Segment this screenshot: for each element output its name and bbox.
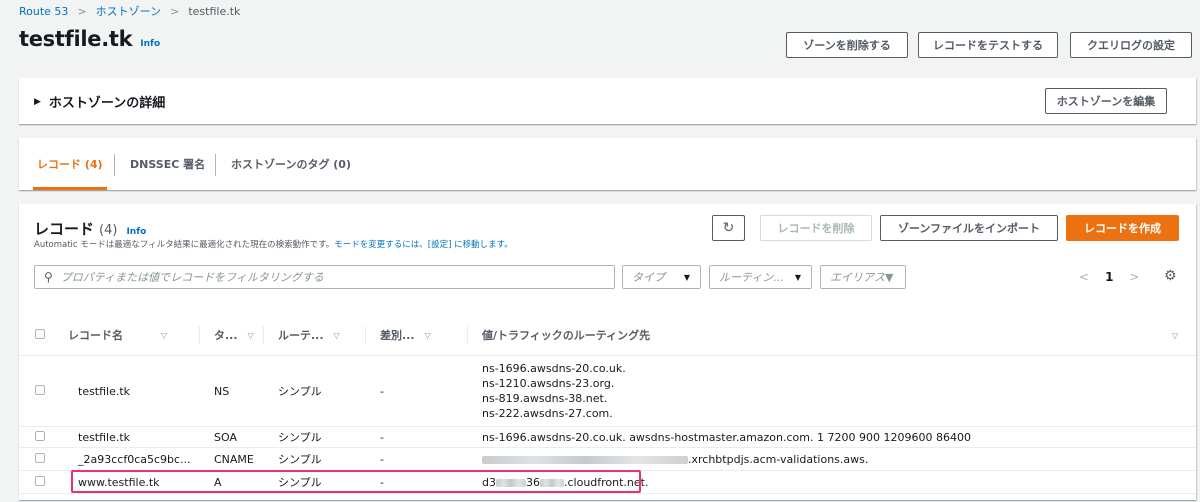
row-checkbox[interactable] <box>35 475 45 486</box>
value-suffix: .xrchbtpdjs.acm-validations.aws. <box>688 452 869 466</box>
chevron-right-icon: > <box>77 4 87 18</box>
record-value: ns-1696.awsdns-20.co.uk. awsdns-hostmast… <box>468 426 1196 448</box>
pagination: < 1 > <box>1079 270 1139 284</box>
alias-filter-label: エイリアス▼ <box>830 271 894 284</box>
sort-icon[interactable]: ▽ <box>248 331 254 340</box>
tabs-bar: レコード (4) DNSSEC 署名 ホストゾーンのタグ (0) <box>19 138 1196 190</box>
table-header-row: レコード名 ▽ タ... ▽ ルーテ... ▽ 差別... ▽ 値/トラフィックのルーテ… <box>19 315 1196 356</box>
records-info-link[interactable]: Info <box>126 227 146 237</box>
create-record-button[interactable]: レコードを作成 <box>1066 215 1179 241</box>
breadcrumb-current: testfile.tk <box>188 4 241 18</box>
search-icon: ⚲ <box>44 270 53 284</box>
search-input[interactable]: ⚲ プロパティまたは値でレコードをフィルタリングする <box>34 265 615 289</box>
tab-dnssec[interactable]: DNSSEC 署名 <box>130 138 205 190</box>
type-filter-label: タイプ <box>632 271 665 284</box>
record-type: NS <box>200 355 264 427</box>
record-diff: - <box>366 447 468 471</box>
highlight-box <box>71 470 641 493</box>
record-type: CNAME <box>200 447 264 471</box>
record-routing: シンプル <box>264 355 366 427</box>
record-type: SOA <box>200 426 264 448</box>
page-title: testfile.tk Info <box>19 27 160 51</box>
row-checkbox[interactable] <box>35 452 45 463</box>
sort-icon[interactable]: ▽ <box>425 331 431 340</box>
select-all-checkbox[interactable] <box>35 328 45 339</box>
records-title: レコード <box>34 220 95 238</box>
routing-filter-label: ルーティン... <box>719 271 784 284</box>
test-record-button[interactable]: レコードをテストする <box>918 32 1058 58</box>
import-zone-file-button[interactable]: ゾーンファイルをインポート <box>880 215 1058 241</box>
edit-zone-button[interactable]: ホストゾーンを編集 <box>1045 88 1167 114</box>
value-line: ns-1696.awsdns-20.co.uk. <box>482 362 626 375</box>
record-name: testfile.tk <box>68 426 200 448</box>
record-routing: シンプル <box>264 426 366 448</box>
zone-details-title: ホストゾーンの詳細 <box>48 96 166 111</box>
table-row[interactable]: testfile.tk NS シンプル - ns-1696.awsdns-20.… <box>19 355 1196 427</box>
records-panel: レコード (4) Info Automatic モードは最適なフィルタ結果に最適… <box>19 204 1196 500</box>
breadcrumb: Route 53 > ホストゾーン > testfile.tk <box>19 3 240 19</box>
refresh-icon: ↻ <box>722 220 735 236</box>
record-name: _2a93ccf0ca5c9bc... <box>68 447 200 471</box>
record-name: testfile.tk <box>68 355 200 427</box>
records-table: レコード名 ▽ タ... ▽ ルーテ... ▽ 差別... ▽ 値/トラフィックのルーテ… <box>19 315 1196 494</box>
settings-icon[interactable]: ⚙ <box>1164 268 1177 284</box>
tab-divider <box>114 154 115 176</box>
delete-record-button[interactable]: レコードを削除 <box>760 215 872 241</box>
record-diff: - <box>366 426 468 448</box>
zone-details-toggle[interactable]: ▶ ホストゾーンの詳細 <box>34 92 165 111</box>
routing-filter-select[interactable]: ルーティン... ▼ <box>709 265 812 289</box>
value-line: ns-819.awsdns-38.net. <box>482 392 608 405</box>
col-value[interactable]: 値/トラフィックのルーティング先 <box>482 327 650 343</box>
row-checkbox[interactable] <box>35 430 45 441</box>
caret-down-icon: ▼ <box>794 272 801 282</box>
value-line: ns-222.awsdns-27.com. <box>482 407 613 420</box>
chevron-right-icon: > <box>170 4 180 18</box>
table-row[interactable]: testfile.tk SOA シンプル - ns-1696.awsdns-20… <box>19 426 1196 448</box>
tab-tags[interactable]: ホストゾーンのタグ (0) <box>231 138 351 190</box>
records-count: (4) <box>99 223 118 238</box>
record-value: .xrchbtpdjs.acm-validations.aws. <box>468 447 1196 471</box>
caret-down-icon: ▼ <box>683 272 690 282</box>
current-page[interactable]: 1 <box>1105 270 1113 284</box>
next-page-button[interactable]: > <box>1129 270 1139 284</box>
redacted-value <box>482 455 688 464</box>
col-differentiator[interactable]: 差別... <box>380 327 415 343</box>
description-text: Automatic モードは最適なフィルタ結果に最適化された現在の検索動作です。 <box>34 240 335 250</box>
value-line: ns-1210.awsdns-23.org. <box>482 377 615 390</box>
type-filter-select[interactable]: タイプ ▼ <box>622 265 701 289</box>
tab-records[interactable]: レコード (4) <box>33 138 107 190</box>
tab-divider <box>215 154 216 176</box>
query-log-button[interactable]: クエリログの設定 <box>1070 32 1192 58</box>
breadcrumb-route53[interactable]: Route 53 <box>19 5 68 18</box>
sort-icon[interactable]: ▽ <box>161 331 167 340</box>
sort-icon[interactable]: ▽ <box>1172 331 1178 340</box>
zone-details-panel: ▶ ホストゾーンの詳細 ホストゾーンを編集 <box>19 78 1196 124</box>
change-mode-link[interactable]: モードを変更するには、[設定] に移動します。 <box>334 240 513 250</box>
alias-filter-select[interactable]: エイリアス▼ <box>820 265 906 289</box>
caret-right-icon: ▶ <box>34 96 41 107</box>
row-checkbox[interactable] <box>35 384 45 395</box>
refresh-button[interactable]: ↻ <box>712 215 745 241</box>
record-routing: シンプル <box>264 447 366 471</box>
record-diff: - <box>366 355 468 427</box>
records-header: レコード (4) Info <box>34 218 146 239</box>
sort-icon[interactable]: ▽ <box>334 331 340 340</box>
search-placeholder: プロパティまたは値でレコードをフィルタリングする <box>60 271 324 284</box>
breadcrumb-hosted-zones[interactable]: ホストゾーン <box>96 3 161 19</box>
prev-page-button[interactable]: < <box>1079 270 1089 284</box>
info-link[interactable]: Info <box>140 39 160 49</box>
delete-zone-button[interactable]: ゾーンを削除する <box>786 32 908 58</box>
record-value: ns-1696.awsdns-20.co.uk. ns-1210.awsdns-… <box>468 355 1196 427</box>
records-description: Automatic モードは最適なフィルタ結果に最適化された現在の検索動作です。… <box>34 238 513 250</box>
col-type[interactable]: タ... <box>214 327 238 343</box>
col-record-name[interactable]: レコード名 <box>68 327 123 343</box>
zone-title: testfile.tk <box>19 27 133 51</box>
col-routing[interactable]: ルーテ... <box>278 327 324 343</box>
table-row[interactable]: _2a93ccf0ca5c9bc... CNAME シンプル - .xrchbt… <box>19 447 1196 471</box>
